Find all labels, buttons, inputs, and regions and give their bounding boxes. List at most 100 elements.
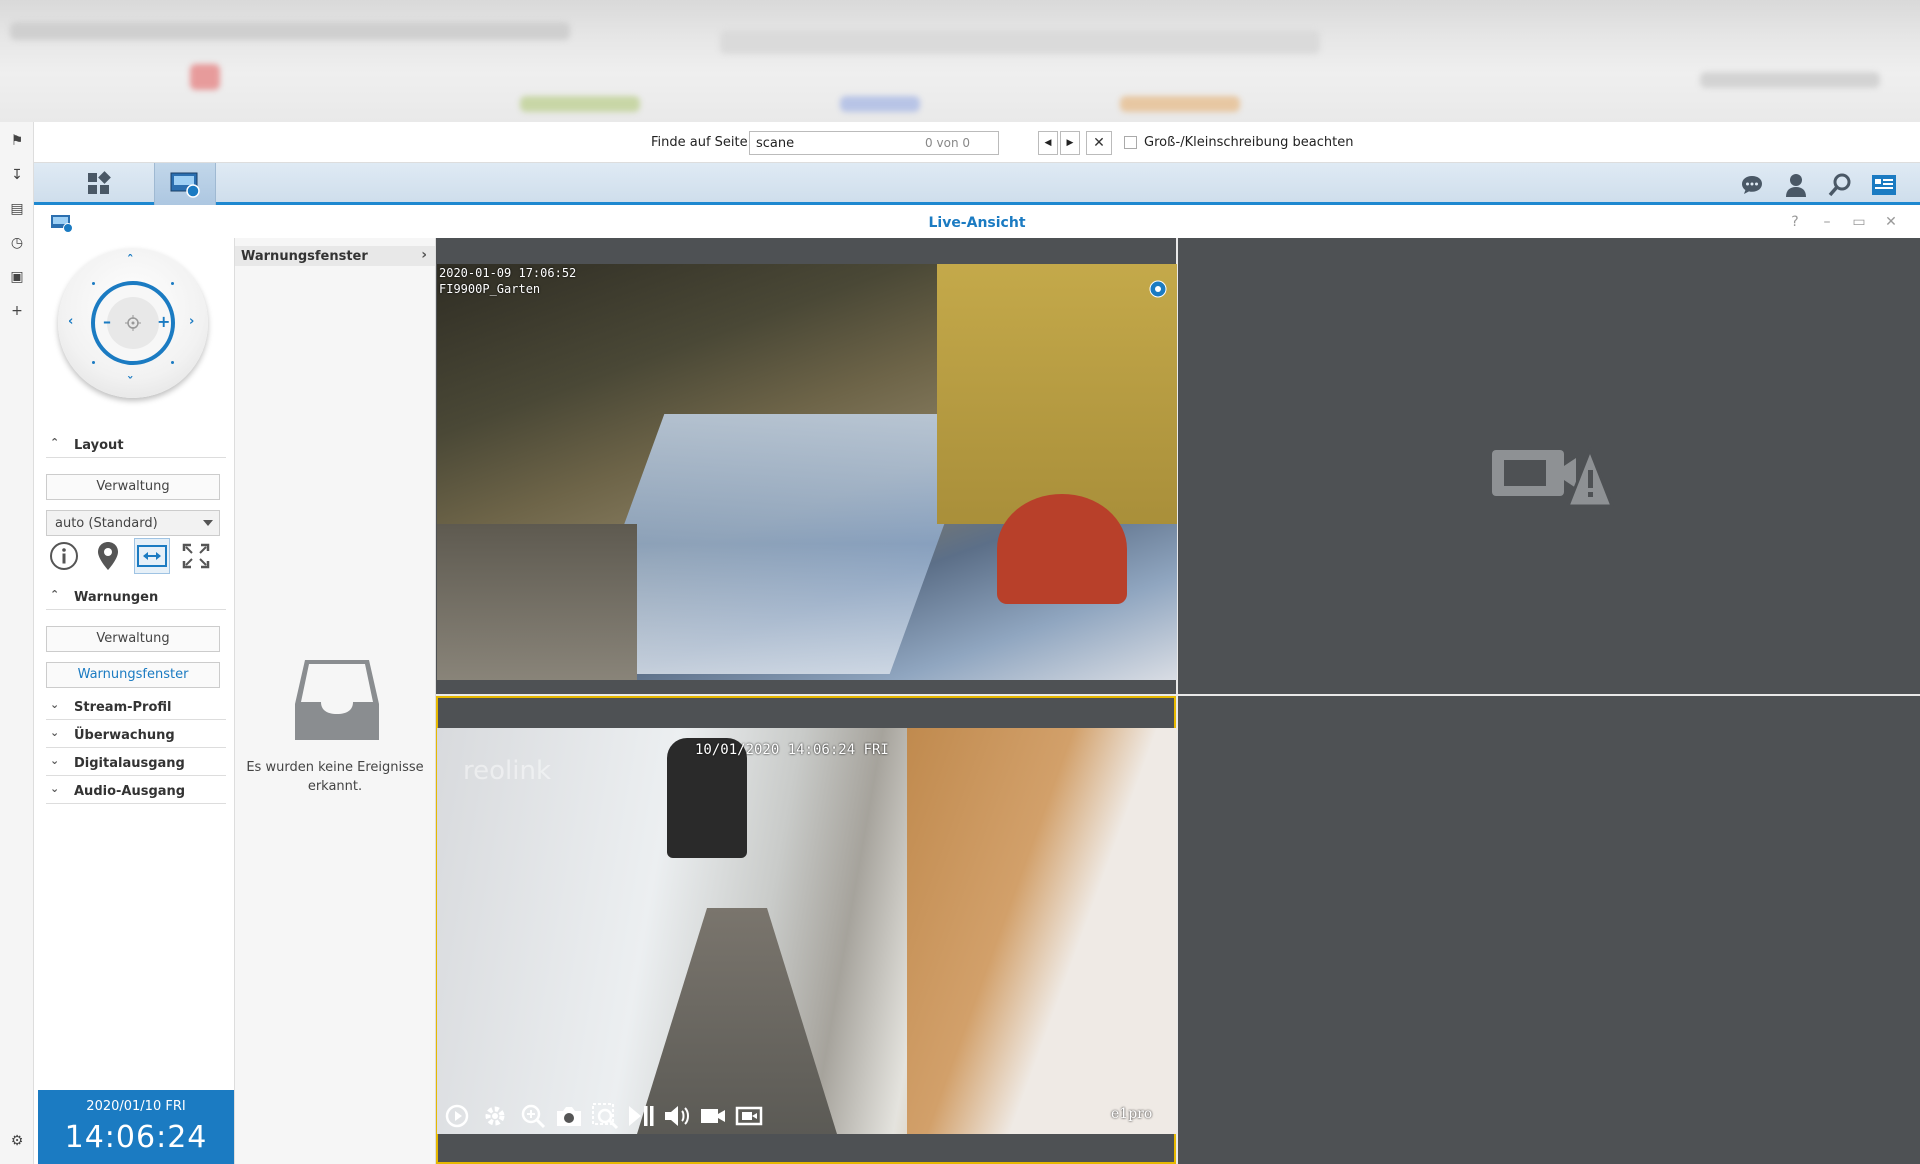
corkboard-image bbox=[907, 728, 1177, 1134]
yellow-wall-image bbox=[937, 264, 1177, 524]
layout-section-label: Layout bbox=[74, 438, 124, 453]
stream-profile-section[interactable]: ⌄ Stream-Profil bbox=[46, 696, 226, 720]
window-icon[interactable]: ▣ bbox=[8, 268, 26, 286]
warnings-section-header[interactable]: ⌃ Warnungen bbox=[46, 586, 226, 610]
minimize-button[interactable]: – bbox=[1818, 214, 1836, 230]
pan-right-icon[interactable]: › bbox=[189, 314, 194, 329]
settings-icon[interactable] bbox=[481, 1102, 509, 1130]
pan-left-icon[interactable]: ‹ bbox=[68, 314, 73, 329]
help-button[interactable]: ? bbox=[1786, 214, 1804, 230]
digital-zoom-icon[interactable] bbox=[591, 1102, 619, 1130]
find-previous-button[interactable]: ◀ bbox=[1038, 131, 1058, 155]
notifications-chat-icon[interactable] bbox=[1738, 171, 1766, 199]
zoom-in-icon[interactable]: + bbox=[157, 312, 170, 331]
warning-panel-title: Warnungsfenster bbox=[241, 249, 368, 264]
layout-icon-row bbox=[46, 538, 226, 574]
chevron-right-icon[interactable]: › bbox=[421, 247, 427, 263]
section-label: Stream-Profil bbox=[74, 700, 172, 715]
ptz-home-button[interactable] bbox=[107, 297, 159, 349]
control-panel: – + ˆ ˇ ‹ › ⌃ Layout Verwaltung auto (St… bbox=[34, 238, 234, 1164]
warnings-manage-button[interactable]: Verwaltung bbox=[46, 626, 220, 652]
camera-feed-staircase[interactable]: 10/01/2020 14:06:24 FRI reolink e1pro bbox=[437, 728, 1177, 1134]
chevron-down-icon: ⌄ bbox=[50, 726, 60, 739]
chevron-up-icon: ⌃ bbox=[50, 436, 60, 449]
section-label: Digitalausgang bbox=[74, 756, 185, 771]
fit-width-icon[interactable] bbox=[134, 538, 170, 574]
record-video-icon[interactable] bbox=[699, 1102, 727, 1130]
layout-manage-button[interactable]: Verwaltung bbox=[46, 474, 220, 500]
pan-down-icon[interactable]: ˇ bbox=[127, 376, 134, 391]
cam1-timestamp: 2020-01-09 17:06:52 bbox=[439, 266, 577, 280]
play-pause-icon[interactable] bbox=[627, 1102, 655, 1130]
add-panel-icon[interactable]: + bbox=[8, 302, 26, 320]
clock-date: 2020/01/10 FRI bbox=[86, 1099, 186, 1114]
warning-panel: Warnungsfenster › Es wurden keine Ereign… bbox=[234, 238, 436, 1164]
surveillance-app-button[interactable] bbox=[154, 163, 216, 205]
download-icon[interactable]: ↧ bbox=[8, 166, 26, 184]
ptz-diagonal-dot[interactable] bbox=[171, 282, 174, 285]
dropdown-arrow-icon bbox=[203, 520, 213, 526]
warnings-window-button[interactable]: Warnungsfenster bbox=[46, 662, 220, 688]
audio-output-section[interactable]: ⌄ Audio-Ausgang bbox=[46, 780, 226, 804]
stream-profile-icon[interactable] bbox=[735, 1102, 763, 1130]
bookmark-icon[interactable]: ⚑ bbox=[8, 132, 26, 150]
ptz-diagonal-dot[interactable] bbox=[92, 282, 95, 285]
user-icon[interactable] bbox=[1782, 171, 1810, 199]
main-menu-button[interactable] bbox=[68, 163, 130, 205]
clock-widget: 2020/01/10 FRI 14:06:24 bbox=[38, 1090, 234, 1164]
surveillance-app-icon bbox=[170, 172, 200, 198]
empty-inbox-icon bbox=[295, 660, 379, 740]
map-pin-icon[interactable] bbox=[90, 538, 126, 574]
find-bar: Finde auf Seite: scane 0 von 0 ◀ ▶ ✕ Gro… bbox=[34, 122, 1920, 163]
find-label: Finde auf Seite: bbox=[651, 135, 753, 150]
empty-message-line: erkannt. bbox=[307, 779, 363, 794]
find-close-button[interactable]: ✕ bbox=[1086, 131, 1112, 155]
layout-select-value: auto (Standard) bbox=[55, 516, 158, 531]
find-count: 0 von 0 bbox=[925, 136, 970, 150]
grid-menu-icon bbox=[88, 171, 111, 194]
snapshot-camera-icon[interactable] bbox=[555, 1102, 583, 1130]
volume-icon[interactable] bbox=[663, 1102, 691, 1130]
zoom-out-icon[interactable]: – bbox=[103, 312, 111, 331]
layout-select[interactable]: auto (Standard) bbox=[46, 510, 220, 536]
ptz-diagonal-dot[interactable] bbox=[171, 361, 174, 364]
cam2-brand-watermark: reolink bbox=[463, 756, 552, 786]
camera-feed-garden[interactable]: 2020-01-09 17:06:52 FI9900P_Garten bbox=[437, 264, 1177, 680]
zoom-icon[interactable] bbox=[519, 1102, 547, 1130]
empty-message-line: Es wurden keine Ereignisse bbox=[246, 760, 424, 775]
digital-output-section[interactable]: ⌄ Digitalausgang bbox=[46, 752, 226, 776]
ptz-diagonal-dot[interactable] bbox=[92, 361, 95, 364]
pan-up-icon[interactable]: ˆ bbox=[127, 254, 134, 269]
notes-icon[interactable]: ▤ bbox=[8, 200, 26, 218]
fullscreen-icon[interactable] bbox=[178, 538, 214, 574]
find-input[interactable]: scane 0 von 0 bbox=[749, 131, 999, 155]
widgets-icon[interactable] bbox=[1870, 171, 1898, 199]
cam2-timestamp: 10/01/2020 14:06:24 FRI bbox=[695, 742, 889, 758]
find-query: scane bbox=[756, 136, 795, 151]
chevron-down-icon: ⌄ bbox=[50, 698, 60, 711]
camera-cell-4-empty[interactable] bbox=[1178, 696, 1920, 1164]
info-icon[interactable] bbox=[46, 538, 82, 574]
surveillance-section[interactable]: ⌄ Überwachung bbox=[46, 724, 226, 748]
history-icon[interactable]: ◷ bbox=[8, 234, 26, 252]
chevron-down-icon: ⌄ bbox=[50, 782, 60, 795]
browser-chrome bbox=[0, 0, 1920, 122]
no-camera-icon bbox=[1492, 445, 1614, 506]
warnings-section-label: Warnungen bbox=[74, 590, 159, 605]
dsm-taskbar bbox=[34, 163, 1920, 205]
settings-gear-icon[interactable]: ⚙ bbox=[8, 1132, 26, 1150]
find-next-button[interactable]: ▶ bbox=[1060, 131, 1080, 155]
section-label: Audio-Ausgang bbox=[74, 784, 186, 799]
red-chair-image bbox=[997, 494, 1127, 604]
window-titlebar: Live-Ansicht ? – ▭ ✕ bbox=[34, 208, 1920, 238]
case-sensitive-checkbox[interactable] bbox=[1124, 136, 1137, 149]
close-button[interactable]: ✕ bbox=[1882, 214, 1900, 230]
warning-panel-header[interactable]: Warnungsfenster › bbox=[235, 246, 435, 266]
chevron-down-icon: ⌄ bbox=[50, 754, 60, 767]
maximize-button[interactable]: ▭ bbox=[1850, 214, 1868, 230]
search-icon[interactable] bbox=[1826, 171, 1854, 199]
layout-section-header[interactable]: ⌃ Layout bbox=[46, 434, 226, 458]
ptz-control[interactable]: – + ˆ ˇ ‹ › bbox=[58, 248, 208, 398]
ptz-ring[interactable]: – + bbox=[91, 281, 175, 365]
instant-replay-icon[interactable] bbox=[443, 1102, 471, 1130]
